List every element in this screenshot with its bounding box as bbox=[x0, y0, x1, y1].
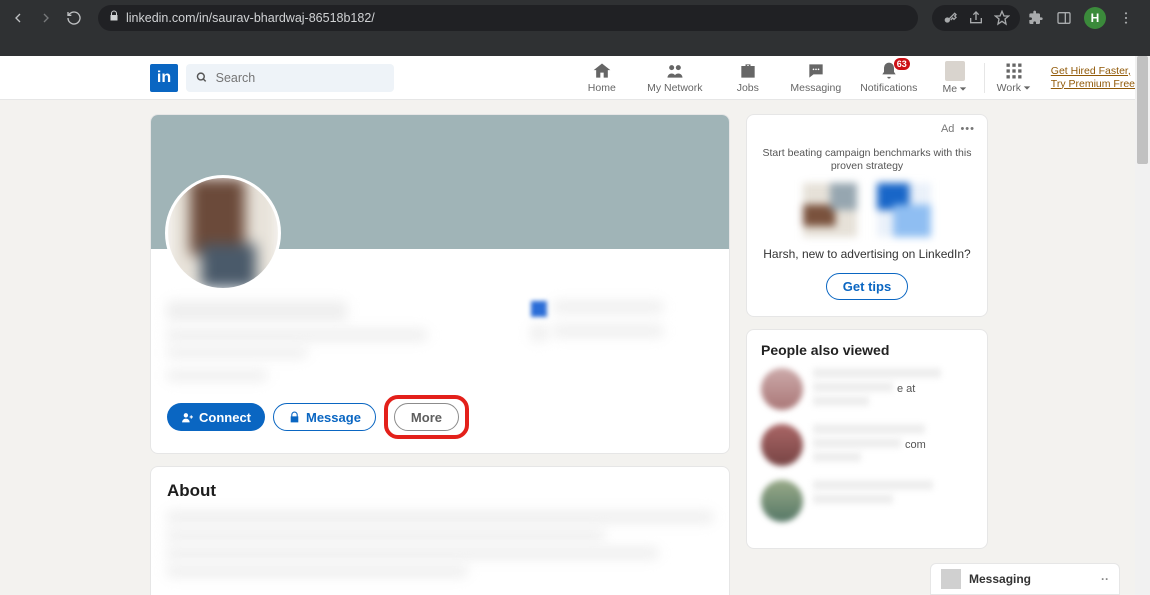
scrollbar-thumb[interactable] bbox=[1137, 56, 1148, 164]
get-tips-button[interactable]: Get tips bbox=[826, 273, 908, 300]
ad-question: Harsh, new to advertising on LinkedIn? bbox=[759, 247, 975, 261]
search-icon bbox=[196, 71, 208, 84]
ad-label: Ad bbox=[941, 123, 954, 135]
more-button-highlight: More bbox=[384, 395, 469, 439]
me-avatar-icon bbox=[945, 61, 965, 81]
pav-item[interactable]: e at bbox=[761, 368, 973, 410]
reload-button[interactable] bbox=[64, 8, 84, 28]
url-text: linkedin.com/in/saurav-bhardwaj-86518b18… bbox=[126, 11, 375, 25]
linkedin-logo[interactable]: in bbox=[150, 64, 178, 92]
nav-me[interactable]: Me bbox=[928, 56, 982, 99]
nav-home[interactable]: Home bbox=[568, 56, 636, 99]
back-button[interactable] bbox=[8, 8, 28, 28]
network-icon bbox=[665, 62, 685, 80]
ad-image bbox=[803, 183, 857, 237]
connect-icon bbox=[181, 411, 194, 424]
scrollbar[interactable] bbox=[1135, 56, 1150, 595]
forward-button[interactable] bbox=[36, 8, 56, 28]
key-icon[interactable] bbox=[942, 10, 958, 26]
messaging-avatar bbox=[941, 569, 961, 589]
connect-button[interactable]: Connect bbox=[167, 403, 265, 431]
pav-item[interactable] bbox=[761, 480, 973, 522]
caret-down-icon bbox=[959, 85, 967, 93]
nav-notifications[interactable]: 63 Notifications bbox=[850, 56, 928, 99]
star-icon[interactable] bbox=[994, 10, 1010, 26]
nav-messaging[interactable]: Messaging bbox=[782, 56, 850, 99]
address-bar[interactable]: linkedin.com/in/saurav-bhardwaj-86518b18… bbox=[98, 5, 918, 31]
nav-network[interactable]: My Network bbox=[636, 56, 714, 99]
more-button[interactable]: More bbox=[394, 403, 459, 431]
search-box[interactable] bbox=[186, 64, 394, 92]
ad-menu-icon[interactable]: ••• bbox=[960, 123, 975, 135]
caret-down-icon bbox=[1023, 84, 1031, 92]
people-also-viewed-card: People also viewed e at com bbox=[746, 329, 988, 549]
pav-heading: People also viewed bbox=[761, 342, 973, 358]
notifications-badge: 63 bbox=[894, 58, 910, 70]
linkedin-header: in Home My Network Jobs Messaging bbox=[0, 56, 1135, 100]
jobs-icon bbox=[738, 62, 758, 80]
ad-promo-text: Start beating campaign benchmarks with t… bbox=[759, 147, 975, 173]
messaging-label: Messaging bbox=[969, 572, 1031, 586]
grid-icon bbox=[1004, 62, 1024, 80]
extensions-icon[interactable] bbox=[1028, 10, 1044, 26]
nav-divider bbox=[984, 63, 985, 93]
messaging-dock[interactable]: Messaging ·· bbox=[930, 563, 1120, 595]
browser-menu-icon[interactable] bbox=[1118, 10, 1134, 26]
nav-work[interactable]: Work bbox=[987, 56, 1041, 99]
home-icon bbox=[592, 62, 612, 80]
profile-avatar[interactable]: H bbox=[1084, 7, 1106, 29]
nav-jobs[interactable]: Jobs bbox=[714, 56, 782, 99]
profile-card: Connect Message More bbox=[150, 114, 730, 454]
about-heading: About bbox=[167, 481, 713, 501]
pav-item[interactable]: com bbox=[761, 424, 973, 466]
profile-actions: Connect Message More bbox=[167, 395, 713, 439]
share-icon[interactable] bbox=[968, 10, 984, 26]
about-card: About bbox=[150, 466, 730, 595]
messaging-dock-controls[interactable]: ·· bbox=[1101, 572, 1109, 586]
cover-photo bbox=[151, 115, 729, 249]
ad-image bbox=[877, 183, 931, 237]
messaging-icon bbox=[806, 62, 826, 80]
browser-actions-pill bbox=[932, 5, 1020, 31]
ad-card: Ad ••• Start beating campaign benchmarks… bbox=[746, 114, 988, 317]
lock-icon bbox=[288, 411, 301, 424]
browser-toolbar: linkedin.com/in/saurav-bhardwaj-86518b18… bbox=[0, 0, 1150, 36]
search-input[interactable] bbox=[216, 71, 384, 85]
lock-icon bbox=[108, 9, 120, 27]
sidepanel-icon[interactable] bbox=[1056, 10, 1072, 26]
premium-links[interactable]: Get Hired Faster, Try Premium Free bbox=[1041, 56, 1135, 99]
message-button[interactable]: Message bbox=[273, 403, 376, 431]
